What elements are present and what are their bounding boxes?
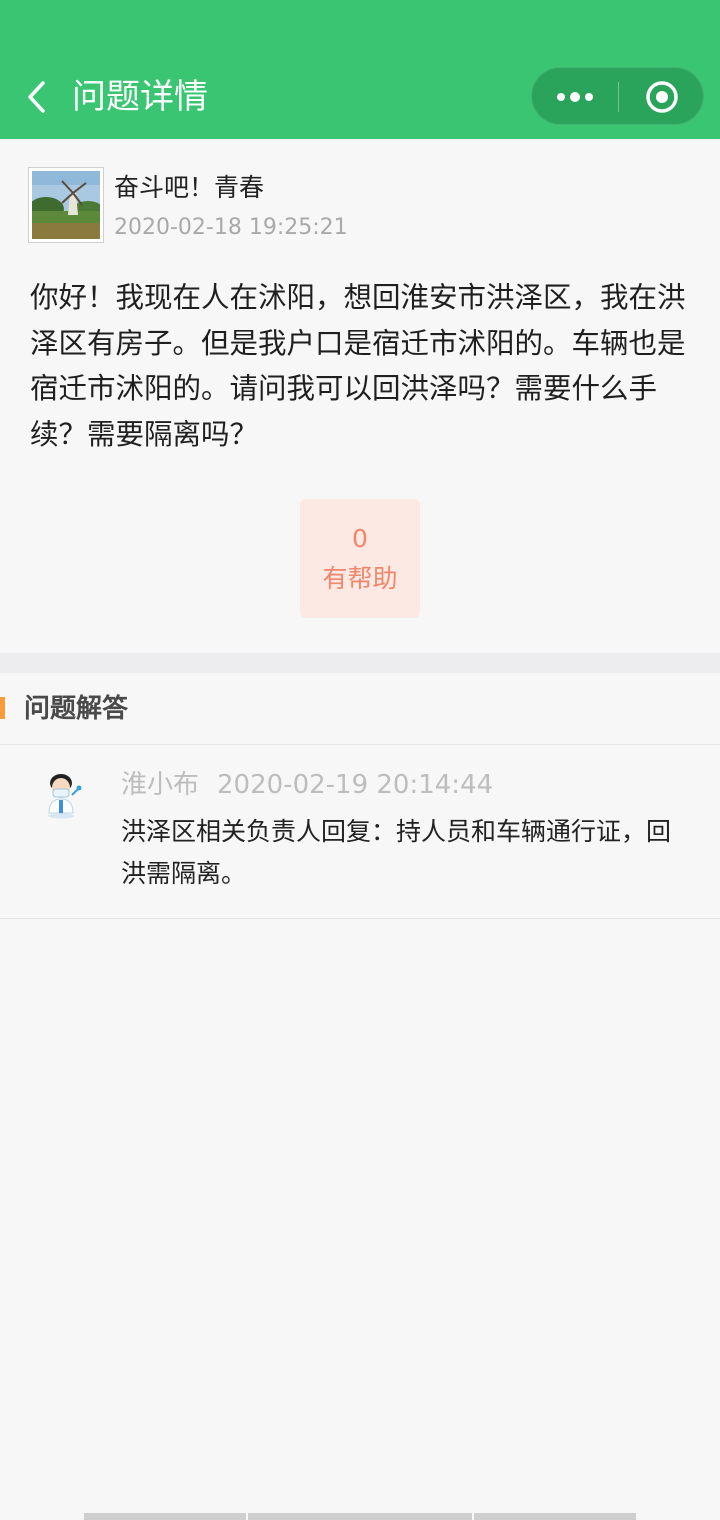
question-text: 你好！我现在人在沭阳，想回淮安市洪泽区，我在洪泽区有房子。但是我户口是宿迁市沭阳… <box>30 281 686 451</box>
page-title: 问题详情 <box>72 77 208 117</box>
answer-author: 淮小布 <box>121 770 200 800</box>
mini-program-capsule <box>531 67 704 125</box>
answers-section-header: 问题解答 <box>0 673 720 745</box>
question-card: 奋斗吧！青春 2020-02-18 19:25:21 你好！我现在人在沭阳，想回… <box>0 139 720 653</box>
answers-section-title: 问题解答 <box>24 694 129 724</box>
answer-item: 淮小布 2020-02-19 20:14:44 洪泽区相关负责人回复：持人员和车辆… <box>0 745 720 919</box>
answer-avatar <box>36 769 86 819</box>
answer-meta: 淮小布 2020-02-19 20:14:44 <box>121 767 493 803</box>
indicator-bar <box>474 1513 636 1520</box>
more-dots-icon <box>557 92 593 102</box>
helpful-button[interactable]: 0 有帮助 <box>300 499 420 618</box>
windmill-photo-avatar <box>32 171 100 239</box>
helpful-count: 0 <box>352 523 368 553</box>
section-divider <box>0 653 720 673</box>
more-button[interactable] <box>532 68 618 126</box>
back-button[interactable] <box>14 72 58 122</box>
close-mini-program-button[interactable] <box>619 68 705 126</box>
doctor-cartoon-icon <box>48 774 82 819</box>
title-bar: 问题详情 <box>0 0 720 139</box>
target-circle-icon <box>646 81 678 113</box>
answer-text: 洪泽区相关负责人回复：持人员和车辆通行证，回洪需隔离。 <box>121 817 672 888</box>
question-author: 奋斗吧！青春 <box>114 173 265 202</box>
section-accent-bar <box>0 697 5 719</box>
answer-time: 2020-02-19 20:14:44 <box>217 770 494 800</box>
helpful-label: 有帮助 <box>322 563 398 593</box>
bottom-nav-indicator <box>84 1513 636 1520</box>
chevron-left-icon <box>28 81 45 113</box>
indicator-bar <box>84 1513 246 1520</box>
avatar[interactable] <box>28 167 104 243</box>
indicator-bar <box>248 1513 472 1520</box>
question-time: 2020-02-18 19:25:21 <box>114 215 348 240</box>
